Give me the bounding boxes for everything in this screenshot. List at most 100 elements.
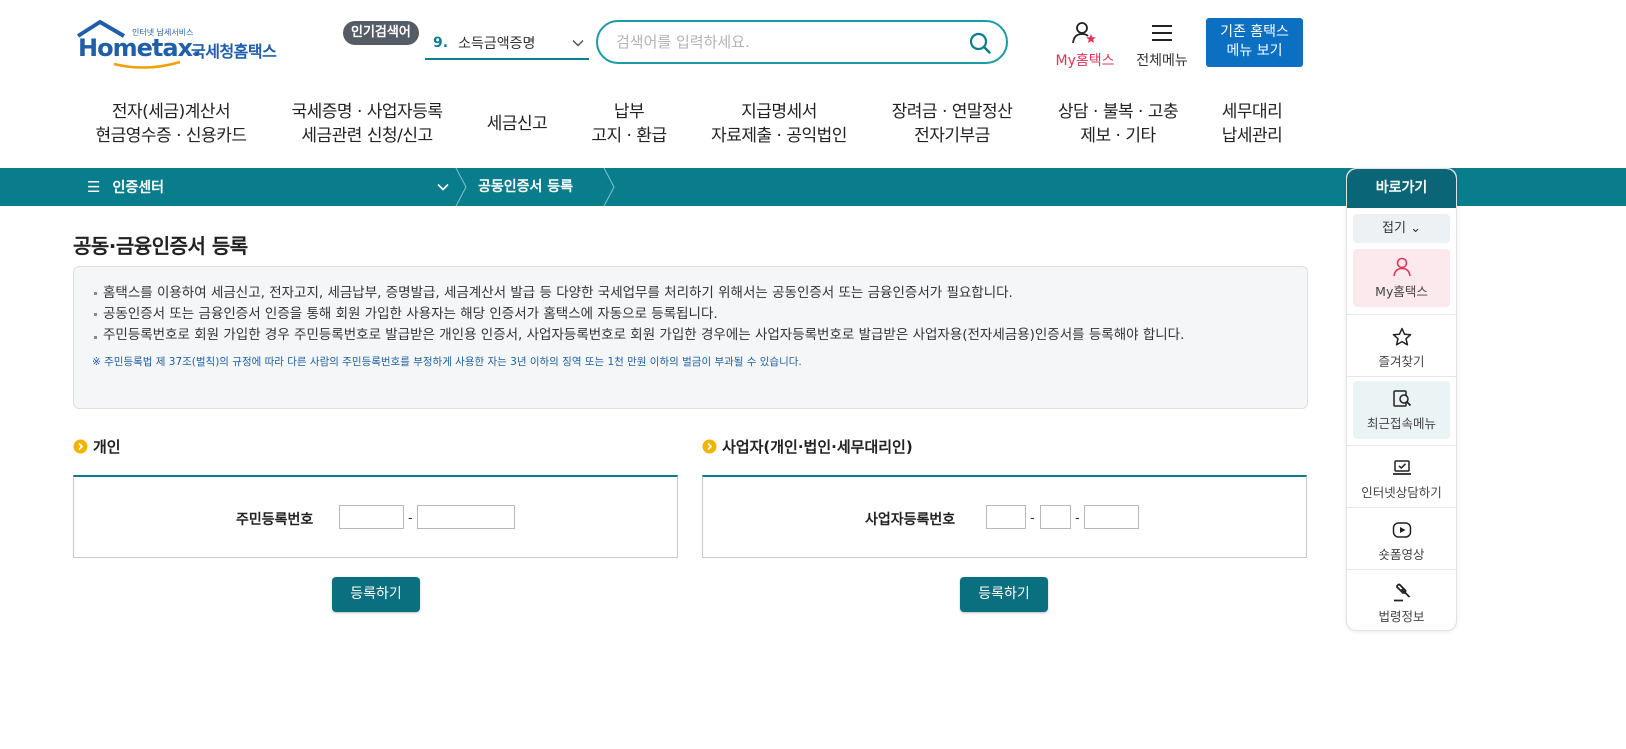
logo-swoosh-icon [113, 60, 181, 69]
quick-item-label: 즐겨찾기 [1378, 354, 1425, 369]
info-item: 홈택스를 이용하여 세금신고, 전자고지, 세금납부, 증명발급, 세금계산서 … [92, 283, 1289, 304]
popular-keyword: 소득금액증명 [458, 35, 536, 52]
location-center-select[interactable]: ☰ 인증센터 [74, 168, 456, 206]
search-input[interactable] [616, 31, 956, 53]
gnb-label: 자료제출 · 공익법인 [711, 126, 847, 146]
brn-part3-input[interactable] [1084, 505, 1139, 529]
breadcrumb-separator-icon [455, 168, 467, 206]
my-hometax-label: My홈택스 [1055, 53, 1115, 69]
divider [1347, 569, 1456, 570]
old-hometax-menu-button[interactable]: 기존 홈택스 메뉴 보기 [1206, 18, 1303, 67]
gnb-label: 전자기부금 [914, 126, 990, 146]
gnb-label: 현금영수증 · 신용카드 [95, 126, 247, 146]
divider [1347, 507, 1456, 508]
individual-form: 주민등록번호 - [73, 475, 678, 558]
quick-item-label: My홈택스 [1375, 284, 1428, 299]
menu-list-icon: ☰ [87, 178, 101, 196]
page-title: 공동·금융인증서 등록 [73, 234, 248, 258]
old-menu-line1: 기존 홈택스 [1220, 24, 1289, 40]
popular-search-select[interactable]: 9. 소득금액증명 [425, 27, 589, 60]
info-item: 주민등록번호로 회원 가입한 경우 주민등록번호로 발급받은 개인용 인증서, … [92, 327, 1262, 344]
user-star-icon [1072, 22, 1096, 44]
quick-my-hometax[interactable]: My홈택스 [1353, 249, 1450, 307]
old-menu-line2: 메뉴 보기 [1226, 43, 1283, 59]
popular-rank: 9. [433, 34, 449, 51]
gnb-label: 전자(세금)계산서 [111, 102, 231, 122]
gnb-tax-return[interactable]: 세금신고 [480, 112, 554, 136]
quick-item-label: 인터넷상담하기 [1361, 485, 1442, 500]
legal-note: ※ 주민등록법 제 37조(벌칙)의 규정에 따라 다른 사람의 주민등록번호를… [92, 356, 802, 368]
gnb-payment-statement[interactable]: 지급명세서 자료제출 · 공익법인 [704, 100, 854, 148]
gnb-label: 고지 · 환급 [591, 126, 667, 146]
chevron-down-icon [437, 183, 449, 191]
individual-section-title: 개인 [73, 436, 121, 457]
brn-part1-input[interactable] [986, 505, 1026, 529]
individual-register-button[interactable]: 등록하기 [332, 577, 420, 612]
rrn-front-input[interactable] [339, 505, 404, 529]
gnb-label: 상담 · 불복 · 고충 [1057, 102, 1179, 122]
quick-menu-title: 바로가기 [1347, 169, 1456, 208]
gnb-label: 세금신고 [486, 114, 548, 134]
logo-name: 국세청홈택스 [191, 42, 277, 61]
chevron-down-icon: ⌄ [1405, 221, 1421, 236]
quick-shortform-video[interactable]: 숏폼영상 [1353, 512, 1450, 570]
quick-item-label: 숏폼영상 [1378, 547, 1425, 562]
location-center-label: 인증센터 [112, 180, 164, 196]
star-icon [1392, 327, 1411, 346]
gnb-label: 납세관리 [1221, 126, 1283, 146]
gnb-e-invoice[interactable]: 전자(세금)계산서 현금영수증 · 신용카드 [92, 100, 250, 148]
dash-separator: - [1030, 511, 1035, 526]
popular-search-badge: 인기검색어 [343, 21, 419, 45]
divider [1347, 445, 1456, 446]
gnb-label: 국세증명 · 사업자등록 [291, 102, 443, 122]
laptop-check-icon [1392, 460, 1411, 475]
gnb-label: 지급명세서 [741, 102, 817, 122]
recent-search-icon [1392, 390, 1411, 407]
brn-label: 사업자등록번호 [865, 512, 956, 528]
divider [1347, 314, 1456, 315]
quick-item-label: 최근접속메뉴 [1366, 416, 1436, 431]
quick-item-label: 법령정보 [1378, 609, 1425, 624]
info-item: 공동인증서 또는 금융인증서 인증을 통해 회원 가입한 사용자는 해당 인증서… [92, 304, 1289, 325]
hamburger-icon [1152, 25, 1172, 41]
quick-online-consulting[interactable]: 인터넷상담하기 [1353, 450, 1450, 508]
my-hometax-link[interactable]: My홈택스 [1050, 20, 1120, 69]
gnb-payment[interactable]: 납부 고지 · 환급 [586, 100, 672, 148]
business-form: 사업자등록번호 - - [702, 475, 1307, 558]
bullet-arrow-icon [73, 439, 88, 454]
play-icon [1392, 522, 1411, 538]
all-menu-button[interactable]: 전체메뉴 [1131, 20, 1193, 69]
quick-menu-fold-button[interactable]: 접기 ⌄ [1353, 214, 1450, 243]
divider [1347, 376, 1456, 377]
quick-menu: 바로가기 접기 ⌄ My홈택스 즐겨찾기 최근접속메뉴 인터넷상담하기 숏폼영상… [1346, 168, 1457, 631]
fold-label: 접기 [1382, 221, 1406, 236]
search-icon[interactable] [968, 31, 992, 55]
chevron-down-icon [572, 39, 584, 47]
logo-brand: Hometax. [78, 34, 201, 62]
brn-part2-input[interactable] [1040, 505, 1071, 529]
breadcrumb-separator-icon [603, 168, 615, 206]
quick-favorites[interactable]: 즐겨찾기 [1353, 319, 1450, 377]
gnb-incentive[interactable]: 장려금 · 연말정산 전자기부금 [886, 100, 1018, 148]
gnb-label: 납부 [613, 102, 645, 122]
section-title-text: 사업자(개인·법인·세무대리인) [722, 438, 913, 456]
section-title-text: 개인 [93, 438, 121, 456]
business-register-button[interactable]: 등록하기 [960, 577, 1048, 612]
dash-separator: - [1075, 511, 1080, 526]
quick-recent-menu[interactable]: 최근접속메뉴 [1353, 381, 1450, 439]
gnb-certificates[interactable]: 국세증명 · 사업자등록 세금관련 신청/신고 [288, 100, 446, 148]
gnb-label: 세금관련 신청/신고 [301, 126, 433, 146]
search-box [596, 20, 1008, 64]
gnb-consulting[interactable]: 상담 · 불복 · 고충 제보 · 기타 [1050, 100, 1186, 148]
bullet-arrow-icon [702, 439, 717, 454]
gnb-label: 제보 · 기타 [1080, 126, 1156, 146]
gnb-tax-agent[interactable]: 세무대리 납세관리 [1212, 100, 1292, 148]
quick-law-info[interactable]: 법령정보 [1353, 574, 1450, 630]
rrn-back-input[interactable] [417, 505, 515, 529]
hometax-logo[interactable]: 인터넷 납세서비스 Hometax. 국세청홈택스 [76, 20, 286, 70]
info-box: 홈택스를 이용하여 세금신고, 전자고지, 세금납부, 증명발급, 세금계산서 … [73, 266, 1308, 409]
all-menu-label: 전체메뉴 [1136, 53, 1188, 69]
gavel-icon [1393, 583, 1410, 602]
location-current: 공동인증서 등록 [478, 179, 574, 195]
dash-separator: - [408, 511, 413, 526]
